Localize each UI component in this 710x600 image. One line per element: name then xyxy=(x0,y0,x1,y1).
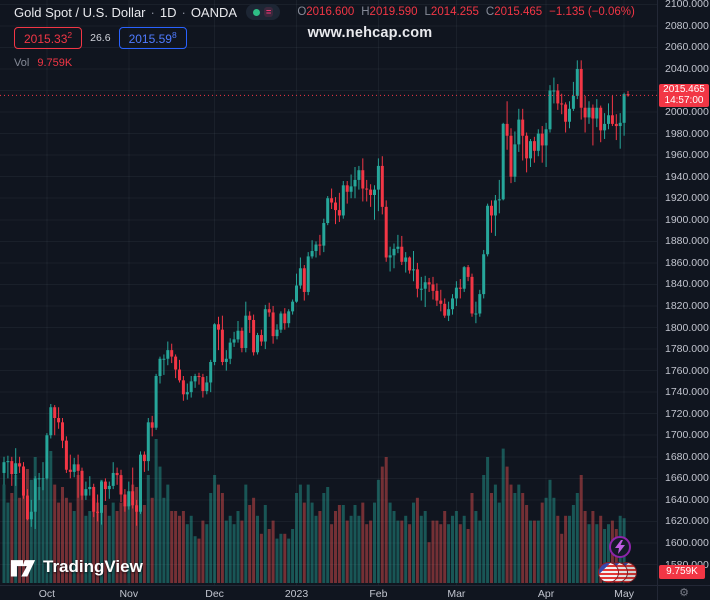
price-axis-label: 2060.000 xyxy=(665,41,709,53)
time-axis-label: Oct xyxy=(39,588,55,600)
buy-price-fraction: 8 xyxy=(172,30,177,40)
price-axis-label: 1940.000 xyxy=(665,171,709,183)
price-axis-label: 1720.000 xyxy=(665,408,709,420)
market-status-pill[interactable]: = xyxy=(246,4,280,20)
sell-price-fraction: 2 xyxy=(67,30,72,40)
spread-value: 26.6 xyxy=(90,32,110,44)
open-label: O xyxy=(297,6,306,18)
price-axis-label: 2040.000 xyxy=(665,63,709,75)
price-axis-label: 1960.000 xyxy=(665,149,709,161)
price-axis-label: 1900.000 xyxy=(665,214,709,226)
price-axis-label: 1920.000 xyxy=(665,192,709,204)
boost-button[interactable] xyxy=(609,536,631,558)
volume-indicator-row[interactable]: Vol 9.759K xyxy=(14,57,635,69)
price-axis-label: 1760.000 xyxy=(665,365,709,377)
price-axis-label: 1840.000 xyxy=(665,278,709,290)
ohlc-values: O2016.600 H2019.590 L2014.255 C2015.465 … xyxy=(297,6,635,18)
watermark-text: www.nehcap.com xyxy=(308,25,433,41)
volume-badge: 9.759K xyxy=(659,565,705,579)
price-axis[interactable]: 2015.465 14:57:00 9.759K 2100.000 2080.00… xyxy=(657,0,710,585)
time-axis-label: Nov xyxy=(119,588,138,600)
open-value: 2016.600 xyxy=(306,6,354,18)
volume-indicator-value: 9.759K xyxy=(37,57,72,69)
time-axis-label: Feb xyxy=(369,588,387,600)
sell-button[interactable]: 2015.332 xyxy=(14,27,82,49)
price-axis-label: 1820.000 xyxy=(665,300,709,312)
market-open-dot-icon xyxy=(253,9,260,16)
price-axis-label: 1600.000 xyxy=(665,537,709,549)
buy-button[interactable]: 2015.598 xyxy=(119,27,187,49)
pink-equals-icon: = xyxy=(264,7,273,17)
price-axis-label: 1860.000 xyxy=(665,257,709,269)
time-axis-label: May xyxy=(614,588,634,600)
price-axis-label: 2100.000 xyxy=(665,0,709,10)
candlestick-chart[interactable] xyxy=(0,0,657,585)
axis-settings-corner[interactable]: ⚙ xyxy=(657,585,710,600)
price-axis-label: 2080.000 xyxy=(665,20,709,32)
time-axis-label: Dec xyxy=(205,588,224,600)
time-axis-label: Apr xyxy=(538,588,554,600)
volume-indicator-label: Vol xyxy=(14,57,29,69)
price-axis-label: 1800.000 xyxy=(665,322,709,334)
tradingview-logo-icon xyxy=(10,556,36,578)
tradingview-logo[interactable]: TradingView xyxy=(10,556,143,578)
exchange-label[interactable]: OANDA xyxy=(191,5,237,20)
us-flag-icon xyxy=(598,562,619,583)
high-label: H xyxy=(361,6,369,18)
price-axis-label: 2000.000 xyxy=(665,106,709,118)
time-axis-label: Mar xyxy=(447,588,465,600)
close-label: C xyxy=(486,6,494,18)
high-value: 2019.590 xyxy=(370,6,418,18)
price-axis-label: 1740.000 xyxy=(665,386,709,398)
price-axis-label: 1700.000 xyxy=(665,429,709,441)
close-value: 2015.465 xyxy=(494,6,542,18)
price-axis-label: 1680.000 xyxy=(665,451,709,463)
price-axis-label: 1640.000 xyxy=(665,494,709,506)
price-axis-label: 1980.000 xyxy=(665,128,709,140)
price-axis-label: 1620.000 xyxy=(665,515,709,527)
legend-separator: · xyxy=(151,5,155,20)
legend-separator: · xyxy=(181,5,185,20)
price-axis-label: 1880.000 xyxy=(665,235,709,247)
lightning-icon xyxy=(615,540,625,554)
low-value: 2014.255 xyxy=(431,6,479,18)
change-value: −1.135 (−0.06%) xyxy=(549,6,635,18)
interval-label[interactable]: 1D xyxy=(160,5,177,20)
symbol-title[interactable]: Gold Spot / U.S. Dollar xyxy=(14,5,146,20)
gear-icon[interactable]: ⚙ xyxy=(679,587,689,599)
time-axis-label: 2023 xyxy=(285,588,308,600)
price-axis-label: 1780.000 xyxy=(665,343,709,355)
last-price-badge: 2015.465 14:57:00 xyxy=(659,84,709,107)
time-axis[interactable]: Oct Nov Dec 2023 Feb Mar Apr May xyxy=(0,585,657,600)
tradingview-logo-text: TradingView xyxy=(43,557,143,577)
bar-countdown: 14:57:00 xyxy=(659,96,709,107)
price-axis-label: 1660.000 xyxy=(665,472,709,484)
tradingview-chart-window: 2015.465 14:57:00 9.759K 2100.000 2080.00… xyxy=(0,0,710,600)
